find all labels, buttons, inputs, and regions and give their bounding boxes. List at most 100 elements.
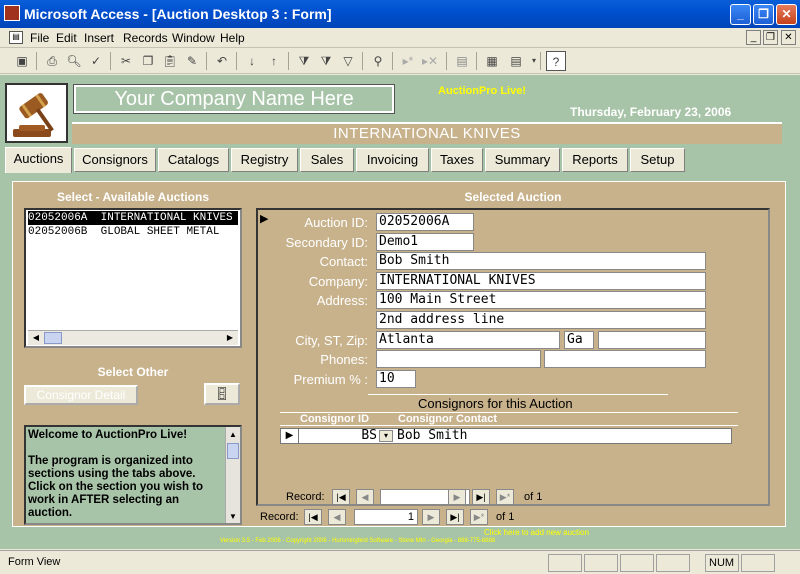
close-button[interactable]: ✕ — [776, 4, 797, 25]
phone2-field[interactable] — [544, 350, 706, 368]
filter-by-form-icon[interactable]: ⧩ — [316, 51, 336, 71]
find-icon[interactable]: ⚲ — [368, 51, 388, 71]
add-auction-link[interactable]: Click here to add new auction — [484, 528, 589, 537]
inner-last-record-button[interactable]: ▶| — [472, 489, 490, 505]
scroll-thumb[interactable] — [227, 443, 239, 459]
minimize-button[interactable]: _ — [730, 4, 751, 25]
exit-door-button[interactable]: 🚪︎ — [204, 383, 240, 405]
menu-help[interactable]: Help — [220, 31, 245, 45]
state-field[interactable]: Ga — [564, 331, 594, 349]
scroll-up-icon[interactable]: ▲ — [227, 428, 239, 440]
tab-summary[interactable]: Summary — [485, 148, 560, 172]
status-cell — [741, 554, 775, 572]
address-line1-field[interactable]: 100 Main Street — [376, 291, 706, 309]
paste-icon[interactable]: 📋︎ — [160, 51, 180, 71]
address-line2-field[interactable]: 2nd address line — [376, 311, 706, 329]
sort-descending-icon[interactable]: ↑ — [264, 51, 284, 71]
zip-field[interactable] — [598, 331, 706, 349]
outer-record-count: of 1 — [496, 511, 515, 523]
tab-registry[interactable]: Registry — [231, 148, 298, 172]
help-icon[interactable]: ? — [546, 51, 566, 71]
contact-field[interactable]: Bob Smith — [376, 252, 706, 270]
company-label: Company: — [308, 274, 368, 289]
consignor-contact-cell[interactable]: Bob Smith — [397, 429, 467, 443]
auction-id-field[interactable]: 02052006A — [376, 213, 474, 231]
company-field[interactable]: INTERNATIONAL KNIVES — [376, 272, 706, 290]
consignor-detail-button[interactable]: Consignor Detail — [24, 385, 138, 405]
inner-new-record-button[interactable]: ▶* — [496, 489, 514, 505]
phone1-field[interactable] — [376, 350, 541, 368]
consignor-id-cell[interactable]: BS — [301, 429, 377, 443]
outer-next-record-button[interactable]: ▶ — [422, 509, 440, 525]
form-icon[interactable]: ▤ — [9, 31, 23, 44]
vertical-scrollbar[interactable]: ▲ ▼ — [225, 427, 240, 523]
menu-file[interactable]: File — [30, 31, 49, 45]
menu-insert[interactable]: Insert — [84, 31, 114, 45]
copy-icon[interactable]: ❐ — [138, 51, 158, 71]
outer-new-record-button[interactable]: ▶* — [470, 509, 488, 525]
database-window-icon[interactable]: ▦ — [482, 51, 502, 71]
menu-records[interactable]: Records — [123, 31, 168, 45]
horizontal-scrollbar[interactable]: ◀ ▶ — [28, 330, 238, 345]
secondary-id-field[interactable]: Demo1 — [376, 233, 474, 251]
combo-dropdown-icon[interactable]: ▾ — [379, 430, 393, 442]
menu-edit[interactable]: Edit — [56, 31, 77, 45]
toolbar: ▣ ⎙ 🔍︎ ✓ ✂ ❐ 📋︎ ✎ ↶ ↓ ↑ ⧩ ⧩ ▽ ⚲ ▸* ▸✕ ▤ … — [0, 48, 800, 74]
undo-icon[interactable]: ↶ — [212, 51, 232, 71]
inner-next-record-button[interactable]: ▶ — [448, 489, 466, 505]
outer-record-number[interactable]: 1 — [354, 509, 418, 525]
scroll-right-icon[interactable]: ▶ — [224, 332, 236, 344]
tab-setup[interactable]: Setup — [630, 148, 685, 172]
tab-consignors[interactable]: Consignors — [74, 148, 156, 172]
sort-ascending-icon[interactable]: ↓ — [242, 51, 262, 71]
welcome-textbox[interactable]: Welcome to AuctionPro Live! The program … — [24, 425, 242, 525]
cut-icon[interactable]: ✂ — [116, 51, 136, 71]
save-icon[interactable]: ▣ — [12, 51, 32, 71]
mdi-restore-button[interactable]: ❐ — [763, 30, 778, 45]
delete-record-icon[interactable]: ▸✕ — [420, 51, 440, 71]
spelling-icon[interactable]: ✓ — [86, 51, 106, 71]
scroll-left-icon[interactable]: ◀ — [30, 332, 42, 344]
mdi-close-button[interactable]: ✕ — [781, 30, 796, 45]
menu-window[interactable]: Window — [172, 31, 215, 45]
outer-first-record-button[interactable]: |◀ — [304, 509, 322, 525]
tab-taxes[interactable]: Taxes — [431, 148, 483, 172]
list-item[interactable]: 02052006B GLOBAL SHEET METAL — [28, 225, 238, 239]
gavel-logo — [5, 83, 68, 143]
scroll-down-icon[interactable]: ▼ — [227, 510, 239, 522]
tab-auctions[interactable]: Auctions — [5, 147, 72, 173]
status-mode: Form View — [8, 556, 61, 568]
scroll-thumb[interactable] — [44, 332, 62, 344]
premium-field[interactable]: 10 — [376, 370, 416, 388]
tab-invoicing[interactable]: Invoicing — [356, 148, 429, 172]
tab-catalogs[interactable]: Catalogs — [158, 148, 229, 172]
address-label: Address: — [316, 293, 368, 308]
city-label: City, ST, Zip: — [295, 333, 368, 348]
inner-first-record-button[interactable]: |◀ — [332, 489, 350, 505]
print-preview-icon[interactable]: 🔍︎ — [64, 51, 84, 71]
row-selector-icon[interactable]: ▶ — [281, 429, 299, 443]
access-app-icon[interactable] — [4, 5, 20, 21]
table-row[interactable]: ▶ BS ▾ Bob Smith — [280, 428, 732, 444]
outer-last-record-button[interactable]: ▶| — [446, 509, 464, 525]
menu-bar: ▤ File Edit Insert Records Window Help _… — [0, 28, 800, 48]
city-field[interactable]: Atlanta — [376, 331, 560, 349]
properties-icon[interactable]: ▤ — [452, 51, 472, 71]
list-item[interactable]: 02052006A INTERNATIONAL KNIVES — [28, 211, 238, 225]
dropdown-arrow-icon[interactable]: ▾ — [524, 51, 544, 71]
format-painter-icon[interactable]: ✎ — [182, 51, 202, 71]
tab-sales[interactable]: Sales — [300, 148, 354, 172]
apply-filter-icon[interactable]: ▽ — [338, 51, 358, 71]
auctions-listbox[interactable]: 02052006A INTERNATIONAL KNIVES 02052006B… — [24, 208, 242, 348]
restore-button[interactable]: ❐ — [753, 4, 774, 25]
new-object-icon[interactable]: ▤ — [506, 51, 526, 71]
mdi-minimize-button[interactable]: _ — [746, 30, 761, 45]
num-lock-indicator: NUM — [705, 554, 739, 572]
outer-prev-record-button[interactable]: ◀ — [328, 509, 346, 525]
filter-by-selection-icon[interactable]: ⧩ — [294, 51, 314, 71]
new-record-icon[interactable]: ▸* — [398, 51, 418, 71]
print-icon[interactable]: ⎙ — [42, 51, 62, 71]
tab-reports[interactable]: Reports — [562, 148, 628, 172]
title-bar: Microsoft Access - [Auction Desktop 3 : … — [0, 0, 800, 28]
inner-prev-record-button[interactable]: ◀ — [356, 489, 374, 505]
